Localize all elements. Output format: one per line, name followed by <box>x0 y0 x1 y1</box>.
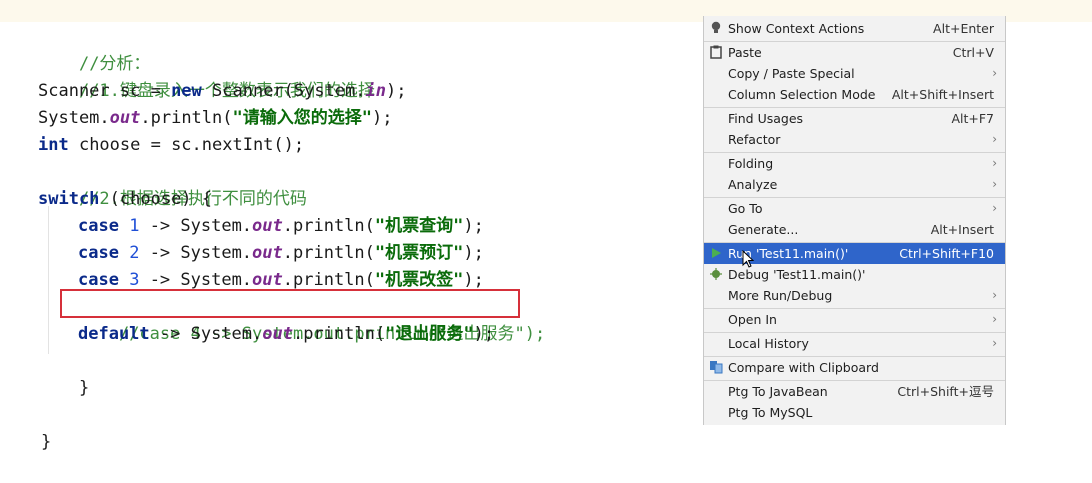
chevron-right-icon: › <box>992 156 997 170</box>
debug-icon <box>709 267 723 281</box>
code-text: -> System. <box>139 270 253 290</box>
code-text: ); <box>463 243 484 263</box>
code-text: .println( <box>292 324 386 344</box>
code-text: .println( <box>140 108 233 128</box>
code-text: Scanner sc = <box>38 81 172 101</box>
keyword: case <box>78 270 119 290</box>
code-line-5[interactable]: int choose = sc.nextInt(); <box>38 132 304 159</box>
mouse-cursor-icon <box>742 250 754 268</box>
static-field: in <box>365 81 387 101</box>
chevron-right-icon: › <box>992 201 997 215</box>
keyword: default <box>78 324 150 344</box>
menu-item-refactor[interactable]: Refactor › <box>704 129 1005 150</box>
chevron-right-icon: › <box>992 132 997 146</box>
keyword: case <box>78 243 119 263</box>
code-text: -> System. <box>139 243 253 263</box>
code-line-8[interactable]: case 1 -> System.out.println("机票查询"); <box>78 213 484 240</box>
chevron-right-icon: › <box>992 288 997 302</box>
code-text: .println( <box>282 270 375 290</box>
number-literal: 2 <box>129 243 140 263</box>
code-text: ); <box>463 216 484 236</box>
code-line-6[interactable]: //2.根据选择执行不同的代码 <box>38 159 307 209</box>
menu-item-folding[interactable]: Folding › <box>704 153 1005 174</box>
menu-item-analyze[interactable]: Analyze › <box>704 174 1005 195</box>
static-field: out <box>109 108 141 128</box>
menu-item-go-to[interactable]: Go To › <box>704 198 1005 219</box>
static-field: out <box>252 243 283 263</box>
static-field: out <box>252 270 283 290</box>
string-literal: "退出服务" <box>385 324 474 344</box>
highlight-box <box>60 289 520 318</box>
string-literal: "机票查询" <box>374 216 464 236</box>
code-text: -> System. <box>149 324 263 344</box>
code-line-4[interactable]: System.out.println("请输入您的选择"); <box>38 105 392 132</box>
number-literal: 3 <box>129 270 140 290</box>
code-text: ); <box>473 324 495 344</box>
string-literal: "请输入您的选择" <box>232 108 372 128</box>
code-text: ); <box>371 108 393 128</box>
chevron-right-icon: › <box>992 66 997 80</box>
code-line-12[interactable]: default -> System.out.println("退出服务"); <box>78 321 494 348</box>
code-text: Scanner(System. <box>201 81 366 101</box>
menu-item-show-context-actions[interactable]: Show Context Actions Alt+Enter <box>704 18 1005 39</box>
context-menu: Show Context Actions Alt+Enter Paste Ctr… <box>703 16 1006 425</box>
closing-brace: } <box>78 378 90 398</box>
code-line-2[interactable]: //1.键盘录入一个整数表示我们的选择 <box>38 51 375 101</box>
menu-item-compare-with-clipboard[interactable]: Compare with Clipboard <box>704 357 1005 378</box>
menu-item-column-selection-mode[interactable]: Column Selection Mode Alt+Shift+Insert <box>704 84 1005 105</box>
menu-item-ptg-to-javabean[interactable]: Ptg To JavaBean Ctrl+Shift+逗号 <box>704 381 1005 402</box>
code-editor[interactable]: //分析： //1.键盘录入一个整数表示我们的选择 Scanner sc = n… <box>0 22 700 452</box>
menu-item-find-usages[interactable]: Find Usages Alt+F7 <box>704 108 1005 129</box>
indent-guide <box>48 206 49 354</box>
menu-item-paste[interactable]: Paste Ctrl+V <box>704 42 1005 63</box>
number-literal: 1 <box>129 216 140 236</box>
lightbulb-icon <box>709 21 723 35</box>
compare-icon <box>709 360 723 374</box>
code-line-1[interactable]: //分析： <box>38 24 150 74</box>
code-line-3[interactable]: Scanner sc = new Scanner(System.in); <box>38 78 407 105</box>
static-field: out <box>252 216 283 236</box>
keyword: new <box>171 81 202 101</box>
menu-item-local-history[interactable]: Local History › <box>704 333 1005 354</box>
code-text: -> System. <box>139 216 253 236</box>
code-text: ); <box>386 81 407 101</box>
menu-item-copy-paste-special[interactable]: Copy / Paste Special › <box>704 63 1005 84</box>
code-text: .println( <box>282 243 375 263</box>
static-field: out <box>262 324 293 344</box>
chevron-right-icon: › <box>992 312 997 326</box>
string-literal: "机票预订" <box>374 243 464 263</box>
menu-item-open-in[interactable]: Open In › <box>704 309 1005 330</box>
code-line-9[interactable]: case 2 -> System.out.println("机票预订"); <box>78 240 484 267</box>
chevron-right-icon: › <box>992 177 997 191</box>
closing-brace: } <box>40 432 52 452</box>
code-text: .println( <box>282 216 375 236</box>
keyword: case <box>78 216 119 236</box>
clipboard-icon <box>709 45 723 59</box>
string-literal: "机票改签" <box>374 270 464 290</box>
menu-item-generate[interactable]: Generate... Alt+Insert <box>704 219 1005 240</box>
chevron-right-icon: › <box>992 336 997 350</box>
code-line-13[interactable]: } <box>38 348 89 398</box>
code-text: System. <box>38 108 110 128</box>
menu-item-ptg-to-mysql[interactable]: Ptg To MySQL <box>704 402 1005 423</box>
code-text: ); <box>463 270 484 290</box>
menu-item-more-run-debug[interactable]: More Run/Debug › <box>704 285 1005 306</box>
code-line-7[interactable]: switch (choose) { <box>38 186 212 213</box>
code-text: choose = sc.nextInt(); <box>68 135 305 155</box>
code-text: (choose) { <box>99 189 213 209</box>
keyword: int <box>38 135 69 155</box>
run-icon <box>709 246 723 260</box>
